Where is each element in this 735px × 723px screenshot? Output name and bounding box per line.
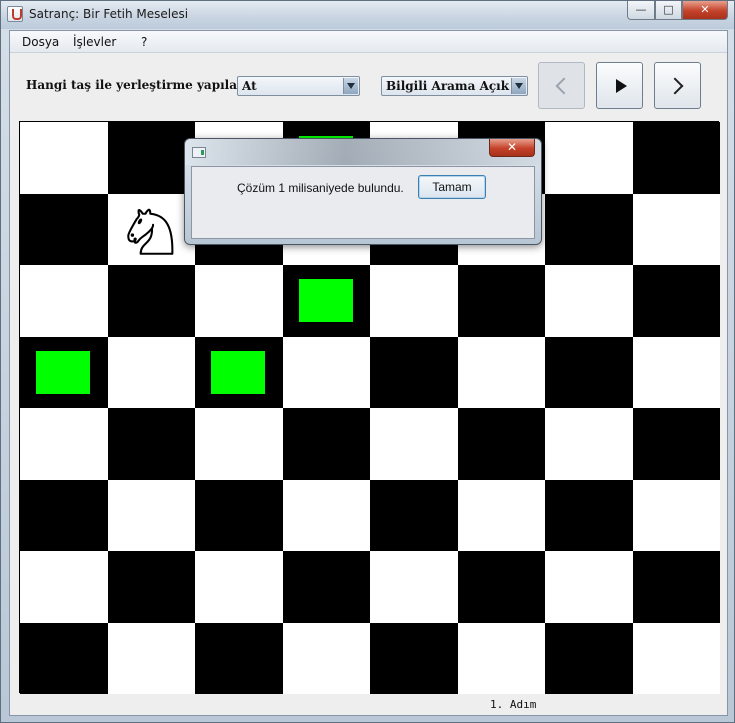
- board-square[interactable]: [282, 408, 370, 480]
- client-area: Dosya İşlevler ? Hangi taş ile yerleştir…: [9, 30, 728, 716]
- dialog-message: Çözüm 1 milisaniyede bulundu.: [237, 181, 404, 195]
- board-square[interactable]: [20, 122, 108, 194]
- menu-dosya[interactable]: Dosya: [22, 35, 59, 49]
- next-step-button[interactable]: [654, 62, 701, 109]
- attack-highlight: [298, 279, 353, 322]
- board-square[interactable]: [457, 336, 545, 408]
- board-square[interactable]: [20, 479, 108, 551]
- board-square[interactable]: [20, 408, 108, 480]
- board-square[interactable]: [195, 551, 283, 623]
- board-square[interactable]: [20, 622, 108, 694]
- ok-button[interactable]: Tamam: [418, 175, 486, 199]
- board-square[interactable]: [545, 551, 633, 623]
- board-square[interactable]: [107, 265, 195, 337]
- board-square[interactable]: [545, 479, 633, 551]
- board-square[interactable]: [457, 479, 545, 551]
- dialog-title-bar[interactable]: ✕: [185, 139, 541, 165]
- board-square[interactable]: [195, 408, 283, 480]
- dialog-body: Çözüm 1 milisaniyede bulundu. Tamam: [191, 166, 535, 239]
- menu-bar: Dosya İşlevler ?: [10, 31, 727, 53]
- board-square[interactable]: [370, 551, 458, 623]
- board-square[interactable]: [282, 551, 370, 623]
- board-square[interactable]: [107, 551, 195, 623]
- board-square[interactable]: [195, 265, 283, 337]
- board-square[interactable]: [20, 265, 108, 337]
- maximize-button[interactable]: □: [655, 1, 682, 20]
- board-square[interactable]: [20, 551, 108, 623]
- java-app-icon: [7, 6, 23, 22]
- info-dialog: ✕ Çözüm 1 milisaniyede bulundu. Tamam: [184, 138, 542, 245]
- board-square[interactable]: [457, 408, 545, 480]
- dialog-close-button[interactable]: ✕: [489, 139, 535, 157]
- board-square[interactable]: [457, 622, 545, 694]
- board-square[interactable]: [370, 622, 458, 694]
- window-title: Satranç: Bir Fetih Meselesi: [29, 7, 189, 21]
- board-square[interactable]: [107, 193, 195, 265]
- board-square[interactable]: [632, 551, 720, 623]
- board-square[interactable]: [20, 193, 108, 265]
- board-square[interactable]: [20, 336, 108, 408]
- board-square[interactable]: [282, 622, 370, 694]
- board-square[interactable]: [370, 265, 458, 337]
- board-square[interactable]: [107, 479, 195, 551]
- board-square[interactable]: [282, 336, 370, 408]
- board-square[interactable]: [632, 622, 720, 694]
- board-square[interactable]: [457, 265, 545, 337]
- board-square[interactable]: [195, 479, 283, 551]
- board-square[interactable]: [457, 551, 545, 623]
- piece-select-value: At: [242, 79, 257, 93]
- board-square[interactable]: [107, 122, 195, 194]
- chevron-down-icon[interactable]: [511, 78, 526, 94]
- board-square[interactable]: [545, 336, 633, 408]
- board-square[interactable]: [632, 122, 720, 194]
- play-button[interactable]: [596, 62, 643, 109]
- title-bar[interactable]: Satranç: Bir Fetih Meselesi — □ ✕: [1, 1, 734, 29]
- app-window: Satranç: Bir Fetih Meselesi — □ ✕ Dosya …: [0, 0, 735, 723]
- board-square[interactable]: [632, 265, 720, 337]
- attack-highlight: [211, 350, 265, 394]
- menu-islevler[interactable]: İşlevler: [73, 35, 116, 49]
- minimize-button[interactable]: —: [627, 1, 655, 20]
- board-square[interactable]: [370, 479, 458, 551]
- java-app-icon: [192, 147, 206, 158]
- board-square[interactable]: [632, 193, 720, 265]
- chevron-down-icon[interactable]: [343, 78, 358, 94]
- search-mode-select[interactable]: Bilgili Arama Açık: [381, 76, 528, 96]
- knight-icon[interactable]: [120, 200, 182, 262]
- board-square[interactable]: [545, 622, 633, 694]
- piece-select-label: Hangi taş ile yerleştirme yapılacak?: [26, 78, 268, 92]
- play-icon: [615, 78, 627, 93]
- board-square[interactable]: [632, 336, 720, 408]
- board-square[interactable]: [370, 408, 458, 480]
- board-square[interactable]: [282, 479, 370, 551]
- search-mode-value: Bilgili Arama Açık: [386, 79, 510, 93]
- chevron-left-icon: [555, 77, 573, 94]
- board-square[interactable]: [545, 265, 633, 337]
- board-square[interactable]: [195, 336, 283, 408]
- step-status: 1. Adım: [490, 698, 537, 711]
- board-square[interactable]: [107, 622, 195, 694]
- board-square[interactable]: [632, 408, 720, 480]
- chevron-right-icon: [666, 77, 684, 94]
- board-square[interactable]: [107, 408, 195, 480]
- board-square[interactable]: [545, 408, 633, 480]
- close-button[interactable]: ✕: [682, 1, 728, 20]
- board-square[interactable]: [282, 265, 370, 337]
- board-square[interactable]: [632, 479, 720, 551]
- piece-select[interactable]: At: [237, 76, 360, 96]
- board-square[interactable]: [545, 122, 633, 194]
- previous-step-button[interactable]: [538, 62, 585, 109]
- menu-help[interactable]: ?: [141, 35, 147, 49]
- board-square[interactable]: [545, 193, 633, 265]
- board-square[interactable]: [107, 336, 195, 408]
- attack-highlight: [36, 350, 90, 394]
- board-square[interactable]: [195, 622, 283, 694]
- board-square[interactable]: [370, 336, 458, 408]
